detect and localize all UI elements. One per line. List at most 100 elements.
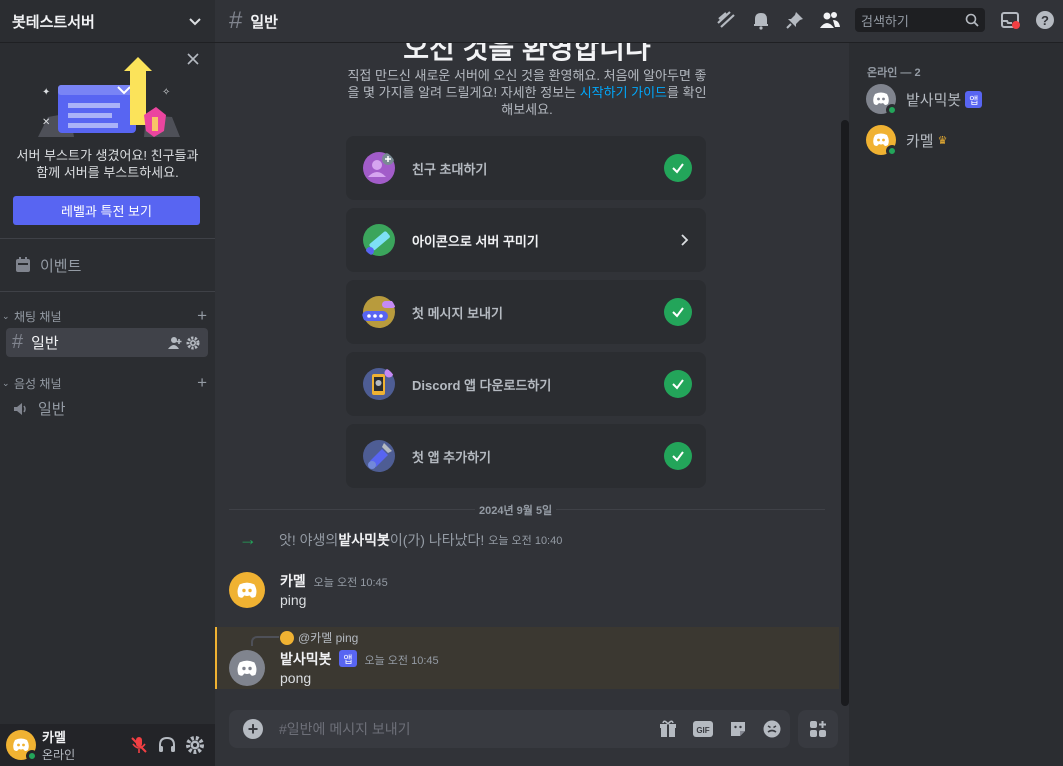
bell-icon[interactable] bbox=[751, 10, 771, 30]
reply-preview[interactable]: @카멜 ping bbox=[280, 629, 358, 646]
boost-text: 서버 부스트가 생겼어요! 친구들과 함께 서버를 부스트하세요. bbox=[16, 148, 199, 180]
avatar[interactable] bbox=[229, 572, 265, 608]
member-name: 밭사믹봇 bbox=[906, 91, 962, 109]
category-label: 음성 채널 bbox=[14, 376, 62, 391]
inbox-icon[interactable] bbox=[999, 10, 1021, 30]
server-header[interactable]: 봇테스트서버 bbox=[0, 0, 215, 43]
task-label: Discord 앱 다운로드하기 bbox=[412, 377, 552, 393]
close-icon[interactable] bbox=[185, 51, 201, 67]
message-content: pong bbox=[280, 670, 312, 686]
join-arrow-icon: → bbox=[239, 529, 257, 549]
message-icon bbox=[362, 296, 396, 328]
task-label: 아이콘으로 서버 꾸미기 bbox=[412, 233, 539, 249]
crown-icon: ♛ bbox=[937, 134, 948, 147]
check-icon bbox=[664, 298, 692, 326]
discord-logo-icon bbox=[237, 582, 257, 598]
member-item[interactable]: 카멜 ♛ bbox=[866, 124, 1056, 157]
timestamp: 오늘 오전 10:45 bbox=[364, 655, 439, 667]
system-text: 이(가) 나타났다! bbox=[389, 531, 485, 548]
system-message: → 앗! 야생의 밭사믹봇 이(가) 나타났다! 오늘 오전 10:40 bbox=[239, 529, 829, 550]
events-label: 이벤트 bbox=[40, 257, 82, 275]
gif-icon[interactable]: GIF bbox=[692, 720, 714, 738]
user-controls bbox=[129, 735, 215, 755]
welcome-description: 직접 만드신 새로운 서버에 오신 것을 환영해요. 처음에 알아두면 좋을 몇… bbox=[345, 67, 709, 118]
chevron-down-icon bbox=[189, 18, 201, 26]
boost-illustration: ✦ ✕ ✧ bbox=[38, 57, 180, 137]
download-app-icon bbox=[363, 368, 395, 400]
task-label: 첫 앱 추가하기 bbox=[412, 449, 491, 465]
category-label: 채팅 채널 bbox=[14, 309, 62, 324]
task-label: 친구 초대하기 bbox=[412, 161, 488, 177]
check-icon bbox=[664, 370, 692, 398]
search-input[interactable]: 검색하기 bbox=[855, 8, 985, 32]
online-status-dot bbox=[26, 750, 38, 762]
hash-icon: # bbox=[229, 7, 243, 34]
task-invite-friends[interactable]: 친구 초대하기 bbox=[346, 136, 706, 200]
boost-perks-button[interactable]: 레벨과 특전 보기 bbox=[13, 196, 200, 225]
chat-area: 오신 것을 환영합니다 직접 만드신 새로운 서버에 오신 것을 환영해요. 처… bbox=[215, 43, 839, 693]
check-icon bbox=[664, 442, 692, 470]
invite-friends-icon bbox=[363, 152, 395, 184]
avatar[interactable] bbox=[6, 730, 38, 762]
message-header: 밭사믹봇 앱 오늘 오전 10:45 bbox=[280, 649, 439, 669]
add-attachment-icon[interactable]: + bbox=[243, 719, 263, 739]
chevron-right-icon bbox=[681, 234, 689, 246]
sidebar-item-events[interactable]: 이벤트 bbox=[8, 250, 207, 280]
help-icon[interactable]: ? bbox=[1035, 10, 1055, 30]
sticker-icon[interactable] bbox=[728, 719, 748, 739]
task-download-app[interactable]: Discord 앱 다운로드하기 bbox=[346, 352, 706, 416]
channel-item-voice-general[interactable]: 일반 bbox=[6, 394, 208, 423]
message-composer[interactable]: + #일반에 메시지 보내기 GIF bbox=[229, 710, 790, 748]
online-status-dot bbox=[886, 104, 898, 116]
system-text: 앗! 야생의 bbox=[279, 531, 339, 548]
channel-header: # 일반 검색하기 ? bbox=[215, 0, 1063, 43]
bot-name[interactable]: 밭사믹봇 bbox=[338, 530, 390, 550]
user-info[interactable]: 카멜 온라인 bbox=[42, 727, 129, 763]
member-group-header: 온라인 — 2 bbox=[867, 67, 921, 79]
app-badge: 앱 bbox=[339, 650, 357, 667]
channel-actions bbox=[168, 336, 208, 350]
pin-icon[interactable] bbox=[785, 10, 805, 30]
user-status: 온라인 bbox=[42, 748, 76, 762]
apps-button[interactable] bbox=[798, 710, 838, 748]
welcome-title: 오신 것을 환영합니다 bbox=[403, 43, 651, 64]
composer-tools: GIF bbox=[658, 719, 782, 739]
mic-muted-icon[interactable] bbox=[129, 735, 149, 755]
channel-sidebar: 봇테스트서버 ✦ ✕ ✧ 서버 부스트가 생겼어요! 친구들과 함께 서버를 부… bbox=[0, 0, 215, 766]
reply-connector bbox=[251, 636, 279, 646]
add-channel-icon[interactable]: + bbox=[197, 374, 207, 391]
members-icon[interactable] bbox=[819, 10, 841, 30]
member-item[interactable]: 밭사믹봇 앱 bbox=[866, 83, 1056, 116]
getting-started-link[interactable]: 시작하기 가이드 bbox=[580, 85, 667, 100]
task-customize-server[interactable]: 아이콘으로 서버 꾸미기 bbox=[346, 208, 706, 272]
svg-text:GIF: GIF bbox=[696, 726, 709, 735]
gift-icon[interactable] bbox=[658, 719, 678, 739]
headphones-icon[interactable] bbox=[157, 735, 177, 755]
chevron-down-icon: ⌄ bbox=[2, 310, 10, 321]
category-text-channels[interactable]: ⌄ 채팅 채널 + bbox=[2, 307, 207, 325]
date-label: 2024년 9월 5일 bbox=[475, 502, 557, 518]
task-add-app[interactable]: 첫 앱 추가하기 bbox=[346, 424, 706, 488]
scrollbar[interactable] bbox=[841, 120, 849, 706]
avatar[interactable] bbox=[229, 650, 265, 686]
threads-icon[interactable] bbox=[715, 9, 737, 31]
apps-icon bbox=[810, 721, 826, 737]
task-label: 첫 메시지 보내기 bbox=[412, 305, 503, 321]
hash-icon: # bbox=[12, 331, 24, 353]
discord-logo-icon bbox=[873, 133, 889, 146]
invite-icon[interactable] bbox=[168, 336, 182, 350]
add-app-icon bbox=[363, 440, 395, 472]
message-input[interactable]: #일반에 메시지 보내기 bbox=[279, 719, 658, 739]
gear-icon[interactable] bbox=[185, 735, 205, 755]
username: 카멜 bbox=[42, 730, 66, 745]
category-voice-channels[interactable]: ⌄ 음성 채널 + bbox=[2, 374, 207, 392]
discord-window: 봇테스트서버 ✦ ✕ ✧ 서버 부스트가 생겼어요! 친구들과 함께 서버를 부… bbox=[0, 0, 1063, 766]
emoji-icon[interactable] bbox=[762, 719, 782, 739]
channel-label: 일반 bbox=[31, 335, 59, 352]
task-first-message[interactable]: 첫 메시지 보내기 bbox=[346, 280, 706, 344]
gear-icon[interactable] bbox=[186, 336, 200, 350]
add-channel-icon[interactable]: + bbox=[197, 307, 207, 324]
author-name[interactable]: 카멜 bbox=[280, 573, 306, 589]
author-name[interactable]: 밭사믹봇 bbox=[280, 651, 332, 667]
channel-item-text-general[interactable]: # 일반 bbox=[6, 328, 208, 357]
